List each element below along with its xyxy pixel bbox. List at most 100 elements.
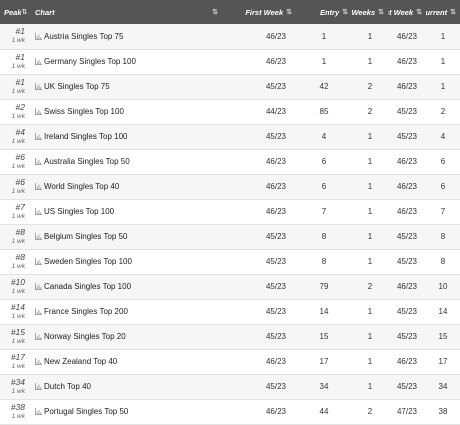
entry-cell: 14 [319,307,329,316]
column-header-chart[interactable]: Chart ⇅ [31,0,222,24]
current-cell: 8 [440,257,446,266]
chart-name[interactable]: Ireland Singles Top 100 [44,132,127,141]
table-row[interactable]: #17 1 wk New Zealand Top 40 46/23 17 1 46/23 17 [0,349,460,374]
last-week-cell: 45/23 [396,332,418,341]
last-week-cell: 45/23 [396,232,418,241]
last-week-cell: 46/23 [396,57,418,66]
current-cell: 8 [440,232,446,241]
peak-cell: #2 1 wk [0,99,31,124]
table-row[interactable]: #6 1 wk Australia Singles Top 50 46/23 6 1 46/… [0,149,460,174]
peak-cell: #6 1 wk [0,174,31,199]
last-week-cell: 46/23 [396,31,418,41]
chart-cell: Canada Singles Top 100 [31,274,222,299]
bar-chart-icon[interactable] [35,333,42,340]
chart-name[interactable]: New Zealand Top 40 [44,357,117,366]
entry-cell: 44 [319,407,329,416]
bar-chart-icon[interactable] [35,308,42,315]
peak-cell: #10 1 wk [0,274,31,299]
table-row[interactable]: #14 1 wk France Singles Top 200 45/23 14 1 45/… [0,299,460,324]
chart-positions-table: Peak⇅ Chart⇅ First Week⇅ Entry⇅ Weeks⇅ L… [0,0,460,425]
header-label: Current [426,7,448,17]
table-row[interactable]: #34 1 wk Dutch Top 40 45/23 34 1 45/23 34 [0,374,460,399]
table-row[interactable]: #2 1 wk Swiss Singles Top 100 44/23 85 2 45/23… [0,99,460,124]
bar-chart-icon[interactable] [35,408,42,415]
bar-chart-icon[interactable] [35,208,42,215]
table-row[interactable]: #38 1 wk Portugal Singles Top 50 46/23 44 2 47… [0,399,460,424]
chart-name[interactable]: Canada Singles Top 100 [44,282,131,291]
chart-name[interactable]: Dutch Top 40 [44,382,91,391]
bar-chart-icon[interactable] [35,133,42,140]
bar-chart-icon[interactable] [35,233,42,240]
bar-chart-icon[interactable] [35,358,42,365]
chart-cell: US Singles Top 100 [31,199,222,224]
bar-chart-icon[interactable] [35,158,42,165]
sort-icon: ⇅ [286,9,292,16]
sort-icon: ⇅ [21,9,28,16]
first-week-cell: 46/23 [265,182,286,191]
table-row[interactable]: #15 1 wk Norway Singles Top 20 45/23 15 1 45/2… [0,324,460,349]
first-week-cell: 46/23 [265,31,286,41]
column-header-peak[interactable]: Peak ⇅ [0,0,31,24]
chart-name[interactable]: Austria Singles Top 75 [44,32,123,41]
last-week-cell: 47/23 [396,407,418,416]
bar-chart-icon[interactable] [35,283,42,290]
last-week-cell: 46/23 [396,82,418,91]
table-row[interactable]: #1 1 wk Austria Singles Top 75 46/23 1 1 46/23… [0,24,460,49]
bar-chart-icon[interactable] [35,183,42,190]
entry-cell: 8 [321,232,327,241]
peak-cell: #34 1 wk [0,374,31,399]
chart-name[interactable]: Swiss Singles Top 100 [44,107,124,116]
chart-cell: Australia Singles Top 50 [31,149,222,174]
chart-name[interactable]: Australia Singles Top 50 [44,157,130,166]
table-row[interactable]: #10 1 wk Canada Singles Top 100 45/23 79 2 46/… [0,274,460,299]
weeks-cell: 1 [367,157,373,166]
bar-chart-icon[interactable] [35,83,42,90]
peak-position: #6 [15,151,25,162]
column-header-first-week[interactable]: First Week ⇅ [222,0,296,24]
column-header-last-week[interactable]: Last Week⇅ [388,0,426,24]
entry-cell: 8 [321,257,327,266]
first-week-cell: 45/23 [265,382,286,391]
last-week-cell: 46/23 [396,182,418,191]
column-header-weeks[interactable]: Weeks ⇅ [352,0,388,24]
last-week-cell: 45/23 [396,382,418,391]
column-header-current[interactable]: Current⇅ [426,0,460,24]
bar-chart-icon[interactable] [35,108,42,115]
table-row[interactable]: #1 1 wk Germany Singles Top 100 46/23 1 1 46/2… [0,49,460,74]
column-header-entry[interactable]: Entry ⇅ [296,0,352,24]
bar-chart-icon[interactable] [35,32,42,40]
bar-chart-icon[interactable] [35,258,42,265]
bar-chart-icon[interactable] [35,58,42,65]
chart-name[interactable]: France Singles Top 200 [44,307,128,316]
weeks-cell: 2 [367,107,373,116]
last-week-cell: 46/23 [396,207,418,216]
chart-name[interactable]: World Singles Top 40 [44,182,119,191]
table-row[interactable]: #8 1 wk Sweden Singles Top 100 45/23 8 1 45/23… [0,249,460,274]
current-cell: 34 [438,382,448,391]
first-week-cell: 46/23 [265,157,286,166]
table-row[interactable]: #8 1 wk Belgium Singles Top 50 45/23 8 1 45/23… [0,224,460,249]
chart-cell: Germany Singles Top 100 [31,49,222,74]
table-row[interactable]: #4 1 wk Ireland Singles Top 100 45/23 4 1 45/2… [0,124,460,149]
table-row[interactable]: #1 1 wk UK Singles Top 75 45/23 42 2 46/23 1 [0,74,460,99]
entry-cell: 4 [321,132,327,141]
first-week-cell: 45/23 [265,282,286,291]
entry-cell: 17 [319,357,329,366]
chart-name[interactable]: Norway Singles Top 20 [44,332,126,341]
chart-cell: Austria Singles Top 75 [31,24,222,49]
table-row[interactable]: #7 1 wk US Singles Top 100 46/23 7 1 46/23 7 [0,199,460,224]
first-week-cell: 44/23 [265,107,286,116]
bar-chart-icon[interactable] [35,383,42,390]
chart-name[interactable]: Portugal Singles Top 50 [44,407,128,416]
table-row[interactable]: #6 1 wk World Singles Top 40 46/23 6 1 46/23 6 [0,174,460,199]
chart-name[interactable]: UK Singles Top 75 [44,82,110,91]
chart-name[interactable]: Sweden Singles Top 100 [44,257,132,266]
entry-cell: 34 [319,382,329,391]
chart-cell: Portugal Singles Top 50 [31,399,222,424]
chart-name[interactable]: US Singles Top 100 [44,207,114,216]
current-cell: 15 [438,332,448,341]
chart-name[interactable]: Belgium Singles Top 50 [44,232,127,241]
peak-position: #4 [15,126,25,137]
first-week-cell: 45/23 [265,132,286,141]
chart-name[interactable]: Germany Singles Top 100 [44,57,136,66]
